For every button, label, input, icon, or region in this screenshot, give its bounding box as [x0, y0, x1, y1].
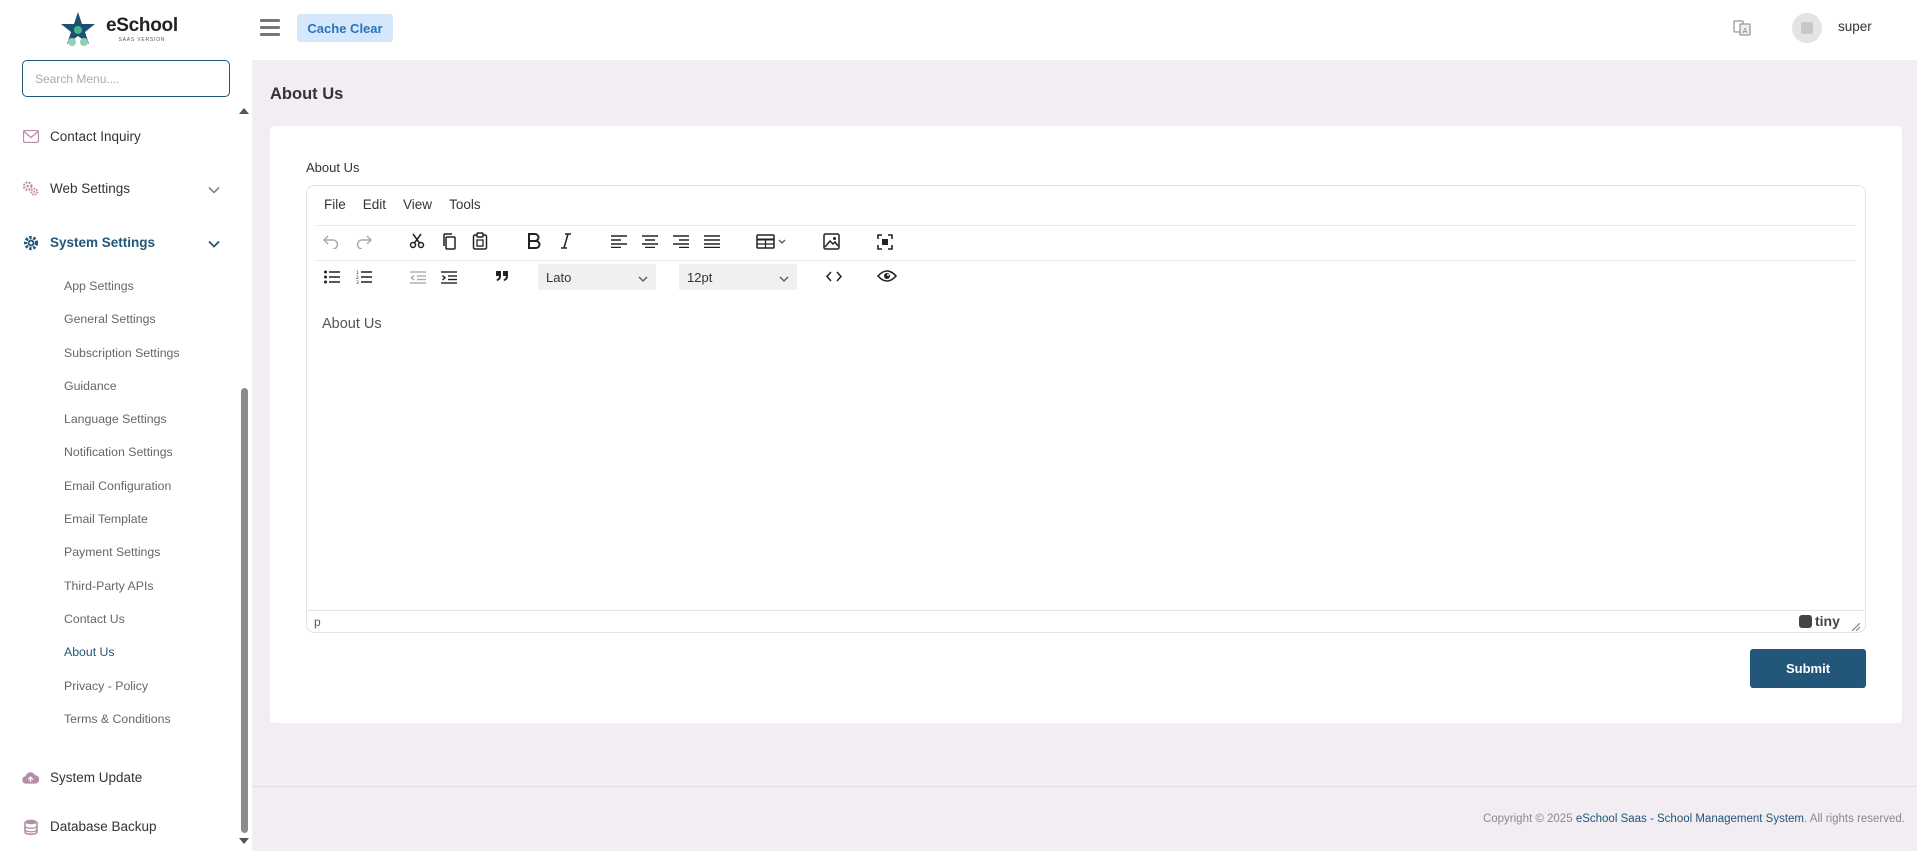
sidebar-item-web-settings[interactable]: Web Settings [22, 180, 220, 197]
submenu-email-template[interactable]: Email Template [64, 512, 148, 526]
undo-icon[interactable] [322, 233, 340, 249]
redo-icon[interactable] [355, 233, 373, 249]
submenu-third-party-apis[interactable]: Third-Party APIs [64, 579, 154, 593]
hamburger-menu-icon[interactable] [260, 19, 280, 37]
scroll-down-arrow[interactable] [239, 838, 249, 844]
editor-statusbar-divider [307, 610, 1865, 611]
chevron-down-icon [208, 236, 220, 251]
sidebar-item-system-settings[interactable]: System Settings [22, 234, 220, 251]
svg-text:A: A [1743, 27, 1748, 35]
editor-divider [316, 225, 1856, 226]
submit-button[interactable]: Submit [1750, 649, 1866, 688]
font-family-select[interactable]: Lato [538, 264, 656, 290]
element-path[interactable]: p [314, 615, 321, 629]
menu-view[interactable]: View [403, 197, 432, 212]
top-header [252, 0, 1917, 60]
submenu-guidance[interactable]: Guidance [64, 379, 117, 393]
sidebar-item-label: Database Backup [50, 819, 157, 834]
cache-clear-button[interactable]: Cache Clear [297, 14, 393, 42]
page-title: About Us [270, 85, 344, 103]
sidebar-item-label: System Update [50, 770, 143, 785]
chevron-down-icon [208, 182, 220, 197]
rich-text-editor [306, 185, 1866, 633]
align-center-icon[interactable] [642, 235, 658, 248]
editor-divider [316, 260, 1856, 261]
scroll-up-arrow[interactable] [239, 108, 249, 114]
align-left-icon[interactable] [611, 235, 627, 248]
table-icon[interactable] [756, 234, 788, 249]
submenu-notification-settings[interactable]: Notification Settings [64, 445, 173, 459]
sidebar-item-system-update[interactable]: System Update [22, 769, 220, 786]
align-right-icon[interactable] [673, 235, 689, 248]
resize-handle-icon[interactable] [1851, 618, 1861, 632]
font-family-value: Lato [546, 269, 572, 285]
sidebar-item-label: Contact Inquiry [50, 129, 141, 144]
outdent-icon[interactable] [410, 271, 426, 284]
tiny-logo-icon [1799, 614, 1812, 628]
submenu-terms-conditions[interactable]: Terms & Conditions [64, 712, 171, 726]
editor-menubar: File Edit View Tools [324, 197, 498, 212]
font-size-select[interactable]: 12pt [679, 264, 797, 290]
preview-eye-icon[interactable] [877, 269, 897, 283]
numbered-list-icon[interactable]: 123 [356, 270, 372, 284]
cloud-upload-icon [22, 769, 39, 786]
blockquote-icon[interactable] [495, 270, 509, 282]
search-menu-input[interactable] [22, 60, 230, 97]
submenu-privacy-policy[interactable]: Privacy - Policy [64, 679, 148, 693]
menu-tools[interactable]: Tools [449, 197, 481, 212]
italic-icon[interactable] [560, 233, 572, 249]
submenu-payment-settings[interactable]: Payment Settings [64, 545, 160, 559]
submenu-general-settings[interactable]: General Settings [64, 312, 156, 326]
sidebar-item-label: System Settings [50, 235, 156, 250]
fullscreen-icon[interactable] [877, 234, 893, 250]
submenu-language-settings[interactable]: Language Settings [64, 412, 167, 426]
logo-icon [58, 10, 98, 48]
gears-icon [22, 180, 39, 197]
font-size-value: 12pt [687, 269, 713, 285]
brand-logo[interactable]: eSchool SAAS VERSION [58, 10, 178, 48]
submenu-app-settings[interactable]: App Settings [64, 279, 134, 293]
footer-divider [252, 786, 1917, 787]
sidebar-scrollbar[interactable] [241, 388, 248, 833]
brand-tagline: SAAS VERSION [118, 36, 166, 43]
submenu-subscription-settings[interactable]: Subscription Settings [64, 346, 180, 360]
language-icon[interactable]: A [1733, 19, 1751, 37]
envelope-icon [22, 128, 39, 145]
sidebar-item-contact-inquiry[interactable]: Contact Inquiry [22, 128, 220, 145]
bold-icon[interactable] [527, 233, 541, 249]
paste-icon[interactable] [472, 232, 488, 250]
bullet-list-icon[interactable] [324, 270, 340, 284]
cut-icon[interactable] [409, 233, 425, 249]
submenu-contact-us[interactable]: Contact Us [64, 612, 125, 626]
sidebar-item-label: Web Settings [50, 181, 131, 196]
footer-copyright: Copyright © 2025 eSchool Saas - School M… [1482, 813, 1905, 825]
editor-content-area[interactable]: About Us [322, 316, 382, 332]
chevron-down-icon [779, 270, 789, 285]
source-code-icon[interactable] [826, 271, 842, 282]
username-label[interactable]: super [1838, 19, 1872, 34]
sidebar: eSchool SAAS VERSION Contact Inquiry Web… [0, 0, 252, 851]
submenu-email-configuration[interactable]: Email Configuration [64, 479, 171, 493]
footer-link[interactable]: eSchool Saas - School Management System [1576, 813, 1804, 825]
menu-edit[interactable]: Edit [363, 197, 386, 212]
field-label: About Us [306, 160, 360, 175]
copy-icon[interactable] [441, 233, 457, 250]
brand-name: eSchool [106, 14, 178, 36]
indent-icon[interactable] [441, 271, 457, 284]
gear-icon [22, 234, 39, 251]
image-icon[interactable] [823, 233, 840, 250]
tiny-branding[interactable]: tiny [1799, 613, 1840, 629]
align-justify-icon[interactable] [704, 235, 720, 248]
sidebar-item-database-backup[interactable]: Database Backup [22, 818, 220, 835]
user-avatar[interactable] [1792, 13, 1822, 43]
chevron-down-icon [638, 270, 648, 285]
menu-file[interactable]: File [324, 197, 346, 212]
svg-text:3: 3 [356, 280, 359, 284]
database-icon [22, 818, 39, 835]
submenu-about-us[interactable]: About Us [64, 645, 115, 659]
